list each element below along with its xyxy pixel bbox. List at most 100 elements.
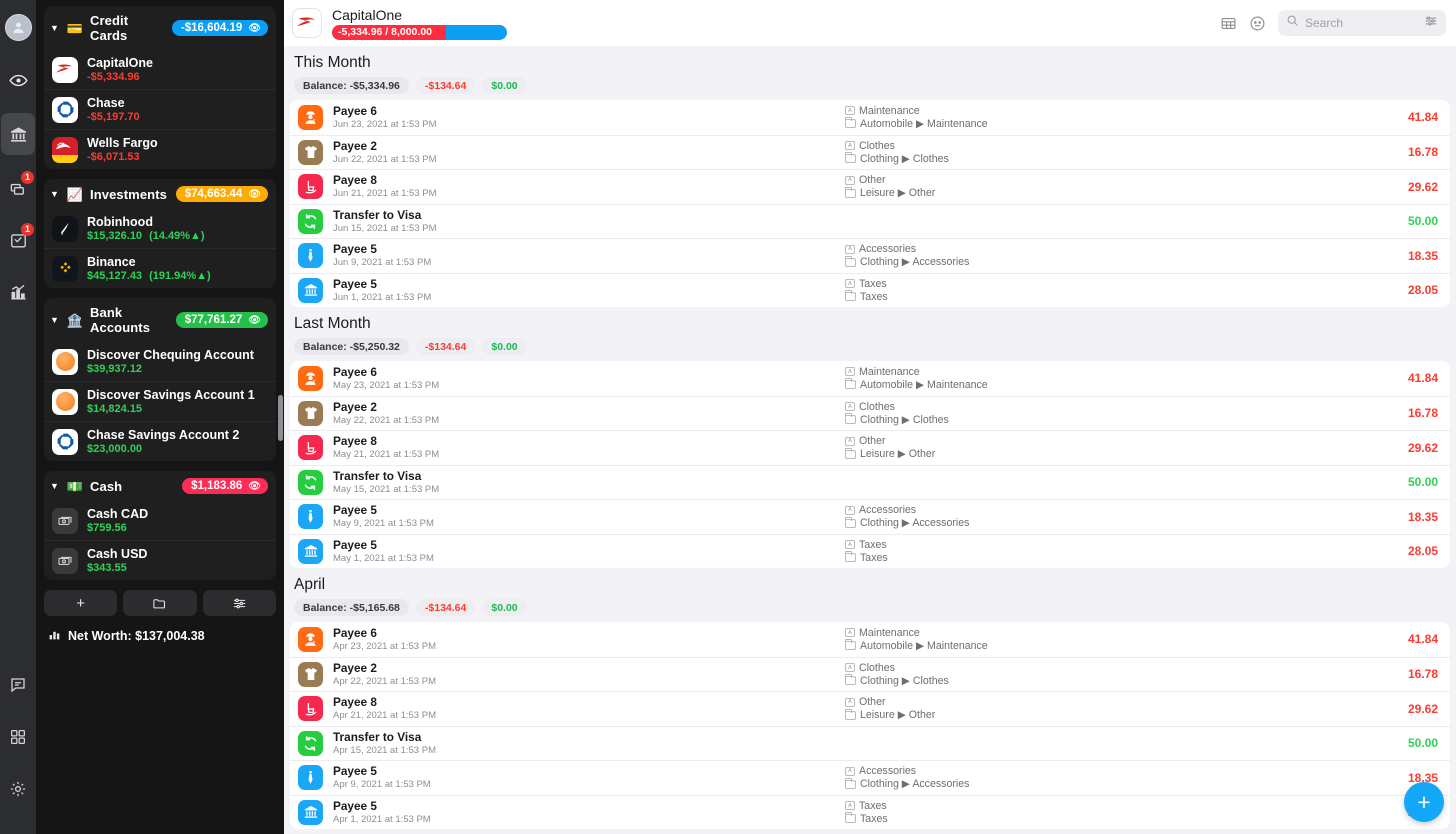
eye-icon[interactable]: 👁	[248, 315, 261, 326]
rail-item-scheduled[interactable]: 1	[1, 221, 35, 259]
avatar[interactable]	[4, 14, 32, 41]
account-row[interactable]: Binance $45,127.43 (191.94%▲)	[44, 248, 276, 288]
rail-item-settings[interactable]	[1, 770, 35, 808]
table-row[interactable]: Payee 2 Jun 22, 2021 at 1:53 PM A Clothes…	[290, 134, 1450, 170]
search-box[interactable]: Search	[1278, 10, 1446, 36]
chevron-down-icon[interactable]: ▼	[50, 189, 60, 199]
group-header[interactable]: ▼ 🏦 Bank Accounts $77,761.27 👁	[44, 298, 276, 342]
transaction-icon-tie	[298, 243, 323, 269]
table-row[interactable]: Transfer to Visa Jun 15, 2021 at 1:53 PM…	[290, 203, 1450, 239]
eye-icon[interactable]: 👁	[248, 189, 261, 200]
group-total-badge[interactable]: -$16,604.19 👁	[171, 20, 268, 36]
transaction-icon-shirt	[298, 661, 323, 687]
chevron-down-icon[interactable]: ▼	[50, 23, 60, 33]
table-row[interactable]: Transfer to Visa Apr 15, 2021 at 1:53 PM…	[290, 725, 1450, 761]
group-total-badge[interactable]: $1,183.86 👁	[182, 478, 268, 494]
group-total-badge[interactable]: $74,663.44 👁	[175, 186, 268, 202]
bills-badge: 1	[21, 171, 34, 184]
table-row[interactable]: Payee 8 Jun 21, 2021 at 1:53 PM A Other L…	[290, 169, 1450, 204]
folder-button[interactable]	[123, 590, 197, 616]
app-window: 1 1 ▼ 💳 Credit Cards -$16,604.19 👁 Capit…	[0, 0, 1456, 834]
account-balance: $39,937.12	[87, 363, 143, 375]
table-row[interactable]: Payee 2 Apr 22, 2021 at 1:53 PM A Clothes…	[290, 656, 1450, 692]
balance-chip: Balance: -$5,250.32	[294, 338, 409, 355]
folder-icon	[845, 152, 856, 164]
transaction-date: Jun 21, 2021 at 1:53 PM	[333, 188, 437, 200]
table-row[interactable]: Payee 5 May 1, 2021 at 1:53 PM A Taxes Ta…	[290, 533, 1450, 569]
search-filter-icon[interactable]	[1424, 14, 1438, 33]
capitalone-logo-icon	[52, 56, 78, 83]
transaction-tag: Clothes	[859, 661, 895, 674]
table-row[interactable]: Payee 8 May 21, 2021 at 1:53 PM A Other L…	[290, 430, 1450, 465]
transaction-payee: Payee 8	[333, 695, 377, 710]
table-row[interactable]: Payee 6 Apr 23, 2021 at 1:53 PM A Mainten…	[290, 622, 1450, 657]
search-input[interactable]: Search	[1305, 16, 1418, 30]
account-row[interactable]: Chase -$5,197.70	[44, 89, 276, 129]
table-row[interactable]: Payee 5 Jun 9, 2021 at 1:53 PM A Accessor…	[290, 238, 1450, 273]
account-row[interactable]: Chase Savings Account 2 $23,000.00	[44, 421, 276, 461]
table-view-icon[interactable]	[1220, 15, 1237, 32]
account-change: (14.49%▲)	[149, 230, 205, 242]
group-total-badge[interactable]: $77,761.27 👁	[175, 312, 268, 328]
transaction-amount: 29.62	[1407, 179, 1438, 194]
account-row[interactable]: Discover Savings Account 1 $14,824.15	[44, 381, 276, 421]
spent-chip: -$134.64	[415, 77, 476, 94]
rail-item-reports[interactable]	[1, 273, 35, 311]
emoji-icon[interactable]	[1249, 15, 1266, 32]
table-row[interactable]: Payee 5 Apr 1, 2021 at 1:53 PM A Taxes Ta…	[290, 794, 1450, 830]
account-row[interactable]: Discover Chequing Account $39,937.12	[44, 342, 276, 381]
rail-item-messages[interactable]	[1, 666, 35, 704]
tag-icon: A	[845, 663, 855, 673]
account-row[interactable]: Cash USD $343.55	[44, 540, 276, 580]
group-title: Investments	[90, 186, 167, 202]
transaction-amount: 28.05	[1407, 283, 1438, 298]
table-row[interactable]: Payee 6 May 23, 2021 at 1:53 PM A Mainten…	[290, 361, 1450, 396]
account-row[interactable]: Cash CAD $759.56	[44, 501, 276, 540]
transaction-tag: Clothes	[859, 139, 895, 152]
eye-icon[interactable]: 👁	[248, 481, 261, 492]
chevron-down-icon[interactable]: ▼	[50, 315, 60, 325]
account-row[interactable]: CapitalOne -$5,334.96	[44, 50, 276, 89]
account-row[interactable]: Wells Fargo -$6,071.53	[44, 129, 276, 169]
transaction-icon-shirt	[298, 400, 323, 426]
cash-logo-icon	[52, 507, 78, 534]
table-row[interactable]: Payee 6 Jun 23, 2021 at 1:53 PM A Mainten…	[290, 100, 1450, 135]
account-row[interactable]: Robinhood $15,326.10 (14.49%▲)	[44, 209, 276, 248]
transaction-amount: 16.78	[1407, 406, 1438, 421]
add-account-button[interactable]: +	[44, 590, 118, 616]
table-row[interactable]: Transfer to Visa May 15, 2021 at 1:53 PM…	[290, 464, 1450, 500]
table-row[interactable]: Payee 5 Apr 9, 2021 at 1:53 PM A Accessor…	[290, 760, 1450, 795]
transactions-scroll-area[interactable]: This Month Balance: -$5,334.96 -$134.64 …	[284, 46, 1456, 834]
group-header[interactable]: ▼ 📈 Investments $74,663.44 👁	[44, 179, 276, 209]
section-header: Last Month Balance: -$5,250.32 -$134.64 …	[284, 307, 1456, 361]
table-row[interactable]: Payee 2 May 22, 2021 at 1:53 PM A Clothes…	[290, 395, 1450, 431]
section-title: Last Month	[294, 315, 371, 332]
transaction-date: Jun 1, 2021 at 1:53 PM	[333, 291, 432, 303]
group-header[interactable]: ▼ 💵 Cash $1,183.86 👁	[44, 471, 276, 501]
table-row[interactable]: Payee 5 May 9, 2021 at 1:53 PM A Accessor…	[290, 499, 1450, 534]
group-header[interactable]: ▼ 💳 Credit Cards -$16,604.19 👁	[44, 6, 276, 50]
eye-icon[interactable]: 👁	[248, 23, 261, 34]
rail-item-bills[interactable]: 1	[1, 169, 35, 207]
transaction-category: Clothing ▶ Accessories	[860, 778, 970, 791]
tag-icon: A	[845, 505, 855, 515]
discover-logo-icon	[52, 348, 78, 375]
account-name: CapitalOne	[87, 56, 153, 70]
main-panel: CapitalOne -5,334.96 / 8,000.00 Search T…	[284, 0, 1456, 834]
chevron-down-icon[interactable]: ▼	[50, 481, 60, 491]
sidebar-scrollbar[interactable]	[278, 395, 283, 441]
spent-chip: -$134.64	[415, 338, 476, 355]
table-row[interactable]: Payee 8 Apr 21, 2021 at 1:53 PM A Other L…	[290, 691, 1450, 726]
filter-button[interactable]	[202, 590, 276, 616]
robinhood-logo-icon	[52, 215, 78, 242]
rail-item-eye[interactable]	[1, 61, 35, 99]
table-row[interactable]: Payee 5 Jun 1, 2021 at 1:53 PM A Taxes Ta…	[290, 272, 1450, 308]
group-icon: 🏦	[66, 312, 84, 328]
rail-item-accounts[interactable]	[1, 113, 35, 155]
account-group: ▼ 💳 Credit Cards -$16,604.19 👁 CapitalOn…	[44, 6, 276, 169]
transaction-icon-bank	[298, 277, 323, 303]
add-transaction-fab[interactable]: +	[1404, 782, 1444, 822]
rail-item-widgets[interactable]	[1, 718, 35, 756]
transaction-icon-worker	[298, 104, 323, 130]
transaction-icon-chair	[298, 174, 323, 200]
